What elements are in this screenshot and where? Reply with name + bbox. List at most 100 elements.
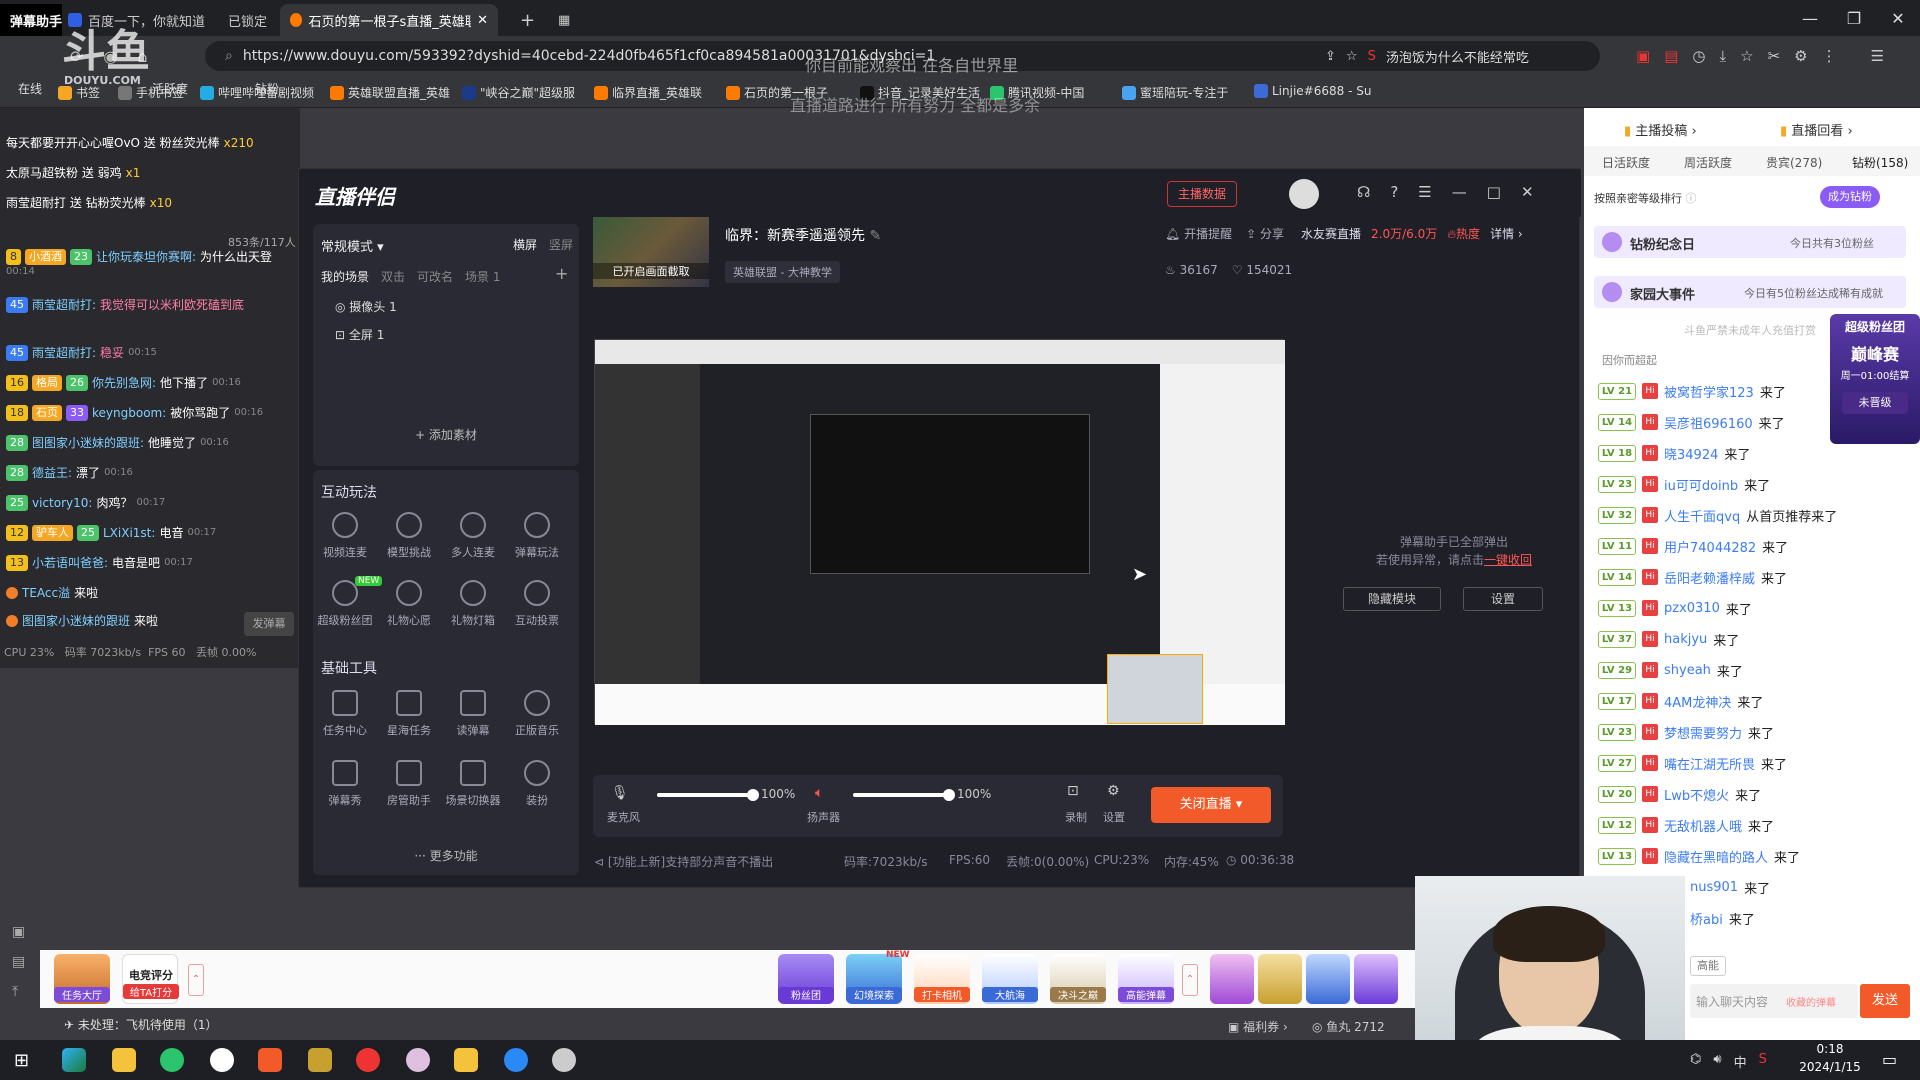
stream-thumbnail[interactable]: 已开启画面截取 xyxy=(593,217,709,287)
viewer-entry[interactable]: LV 14 Hi 吴彦祖696160 来了 xyxy=(1598,409,1785,435)
anchor-data-button[interactable]: 主播数据 xyxy=(1167,181,1238,207)
replay-button[interactable]: ▮ 直播回看 › xyxy=(1780,120,1853,139)
search-suggestion[interactable]: 汤泡饭为什么不能经常吃 xyxy=(1386,47,1529,66)
bookmark-star-icon[interactable]: ☆ xyxy=(1346,49,1358,64)
pin-icon[interactable]: ⤒ xyxy=(12,984,25,1000)
read-danmu-button[interactable]: 读弹幕 xyxy=(443,690,503,738)
gift-item[interactable] xyxy=(1210,954,1254,1004)
chat-username[interactable]: 雨莹超耐打: xyxy=(32,296,96,313)
chrome-icon[interactable] xyxy=(210,1048,234,1072)
gift-item[interactable] xyxy=(1306,954,1350,1004)
viewer-entry[interactable]: LV 14 Hi 岳阳老赖潘梓威 来了 xyxy=(1598,564,1787,590)
stream-preview[interactable] xyxy=(594,339,1285,725)
menu-icon[interactable]: ☰ xyxy=(1418,183,1431,201)
network-icon[interactable]: ⌬ xyxy=(1690,1052,1701,1071)
help-icon[interactable]: ? xyxy=(1390,183,1398,201)
mic-slider[interactable] xyxy=(657,789,759,801)
tools-icon[interactable]: ✂ xyxy=(1768,47,1781,65)
account-icon[interactable]: ⚙ xyxy=(1794,47,1807,65)
tab-danmu-helper[interactable]: 弹幕助手 xyxy=(0,4,62,36)
headset-icon[interactable]: ☊ xyxy=(1357,183,1370,201)
hide-module-button[interactable]: 隐藏模块 xyxy=(1343,587,1441,611)
add-scene-button[interactable]: + xyxy=(555,264,568,283)
settings-button[interactable]: 设置 xyxy=(1463,587,1543,611)
remind-button[interactable]: 🔔︎ 开播提醒 xyxy=(1165,225,1232,242)
file-explorer-icon[interactable] xyxy=(112,1048,136,1072)
chat-username[interactable]: TEAcc溢 xyxy=(22,584,70,601)
close-tab-icon[interactable]: ✕ xyxy=(477,13,488,28)
viewer-entry[interactable]: LV 18 Hi 晓34924 来了 xyxy=(1598,440,1750,466)
bookmark-item[interactable]: Linjie#6688 - Su xyxy=(1254,84,1371,98)
video-link-button[interactable]: 视频连麦 xyxy=(315,512,375,560)
viewer-entry[interactable]: LV 17 Hi 4AM龙神决 来了 xyxy=(1598,688,1763,714)
chat-username[interactable]: 德益王: xyxy=(32,464,72,481)
bookmark-item[interactable]: 蜜瑶陪玩-专注于 xyxy=(1122,84,1228,101)
viewer-entry[interactable]: LV 29 Hi shyeah 来了 xyxy=(1598,657,1743,683)
app-icon[interactable] xyxy=(552,1048,576,1072)
close-icon[interactable]: ✕ xyxy=(1521,183,1534,201)
chat-input[interactable]: 输入聊天内容 收藏的弹幕 xyxy=(1690,984,1858,1018)
minimize-icon[interactable]: — xyxy=(1452,183,1467,201)
minimize-icon[interactable]: — xyxy=(1788,0,1832,36)
multi-link-button[interactable]: 多人连麦 xyxy=(443,512,503,560)
gift-camera[interactable]: 打卡相机 xyxy=(914,954,970,1004)
vote-button[interactable]: 互动投票 xyxy=(507,580,567,628)
source-item[interactable]: ◎ 摄像头 1 xyxy=(335,298,397,315)
gift-voyage[interactable]: 大航海 xyxy=(982,954,1038,1004)
volume-icon[interactable]: 🔊︎ xyxy=(1713,1052,1721,1071)
expand-icon[interactable]: ⌃ xyxy=(1182,964,1198,996)
sidebar-icon[interactable]: ☰ xyxy=(1871,47,1884,65)
edit-icon[interactable]: ✎ xyxy=(869,228,881,244)
extension-icon[interactable]: ▣ xyxy=(1636,47,1650,65)
video-icon[interactable]: ▣ xyxy=(12,924,25,940)
mic-slider-knob[interactable] xyxy=(747,789,759,801)
app-icon[interactable] xyxy=(504,1048,528,1072)
tab-daily[interactable]: 日活跃度 xyxy=(1602,154,1650,171)
lol-client-icon[interactable] xyxy=(308,1048,332,1072)
music-button[interactable]: 正版音乐 xyxy=(507,690,567,738)
unhandled-notice[interactable]: ✈︎ 未处理：飞机待使用（1） xyxy=(64,1016,218,1033)
viewer-entry[interactable]: LV 12 Hi 无敌机器人哦 来了 xyxy=(1598,812,1774,838)
danmu-show-button[interactable]: 弹幕秀 xyxy=(315,760,375,808)
tab-douyu-stream[interactable]: 石页的第一根子s直播_英雄联盟 ✕ xyxy=(280,4,498,36)
add-source-button[interactable]: + 添加素材 xyxy=(313,426,579,443)
record-icon[interactable]: ⊡ xyxy=(1067,783,1079,799)
welfare-button[interactable]: ▣ 福利券 › xyxy=(1228,1018,1288,1035)
viewer-entry[interactable]: LV 23 Hi iu可可doinb 来了 xyxy=(1598,471,1770,497)
viewer-entry[interactable]: LV 23 Hi 梦想需要努力 来了 xyxy=(1598,719,1774,745)
scene-tab[interactable]: 我的场景 xyxy=(321,268,369,285)
gift-illusion[interactable]: 幻境探索 xyxy=(846,954,902,1004)
scene-switcher-button[interactable]: 场景切换器 xyxy=(443,760,503,808)
dressup-button[interactable]: 装扮 xyxy=(507,760,567,808)
app-icon[interactable] xyxy=(406,1048,430,1072)
live-companion-icon[interactable] xyxy=(258,1048,282,1072)
bookmark-item[interactable]: 英雄联盟直播_英雄 xyxy=(330,84,450,101)
sogou-icon[interactable]: S xyxy=(1759,1052,1767,1071)
gift-lightbox-button[interactable]: 礼物灯箱 xyxy=(443,580,503,628)
tab-grid-icon[interactable]: ▦ xyxy=(548,4,578,36)
scene-tab[interactable]: 场景 1 xyxy=(465,268,500,285)
chat-username[interactable]: keyngboom: xyxy=(92,406,166,420)
chat-username[interactable]: victory10: xyxy=(32,496,92,510)
feature-notice[interactable]: ⊲ [功能上新]支持部分声音不播出 xyxy=(594,853,773,870)
restore-icon[interactable]: ❐ xyxy=(1832,0,1876,36)
pdf-icon[interactable]: ▤ xyxy=(1664,47,1678,65)
chat-username[interactable]: 你先别急网: xyxy=(92,374,156,391)
home-event-banner[interactable]: 家园大事件 今日有5位粉丝达成稀有成就 xyxy=(1594,276,1906,308)
tab-locked[interactable]: 已锁定 xyxy=(218,4,278,36)
stream-title[interactable]: 临界：新赛季遥遥领先 ✎ xyxy=(725,225,881,245)
clock-time[interactable]: 0:18 xyxy=(1800,1042,1860,1056)
danmu-play-button[interactable]: 弹幕玩法 xyxy=(507,512,567,560)
send-button[interactable]: 发送 xyxy=(1860,984,1910,1018)
viewer-entry[interactable]: LV 13 Hi 隐藏在黑暗的路人 来了 xyxy=(1598,843,1800,869)
share-icon[interactable]: ⇪ xyxy=(1325,49,1336,64)
chat-username[interactable]: 小若语叫爸爸: xyxy=(32,554,108,571)
new-tab-button[interactable]: + xyxy=(510,4,540,36)
favorites-icon[interactable]: ☆ xyxy=(1740,47,1753,65)
close-icon[interactable]: ✕ xyxy=(1876,0,1920,36)
app-icon[interactable] xyxy=(454,1048,478,1072)
viewer-entry[interactable]: LV 27 Hi 嘴在江湖无所畏 来了 xyxy=(1598,750,1787,776)
super-fan-button[interactable]: 超级粉丝团 xyxy=(315,580,375,628)
end-live-button[interactable]: 关闭直播 ▾ xyxy=(1151,787,1271,823)
mode-select[interactable]: 常规模式 ▾ xyxy=(321,236,384,255)
